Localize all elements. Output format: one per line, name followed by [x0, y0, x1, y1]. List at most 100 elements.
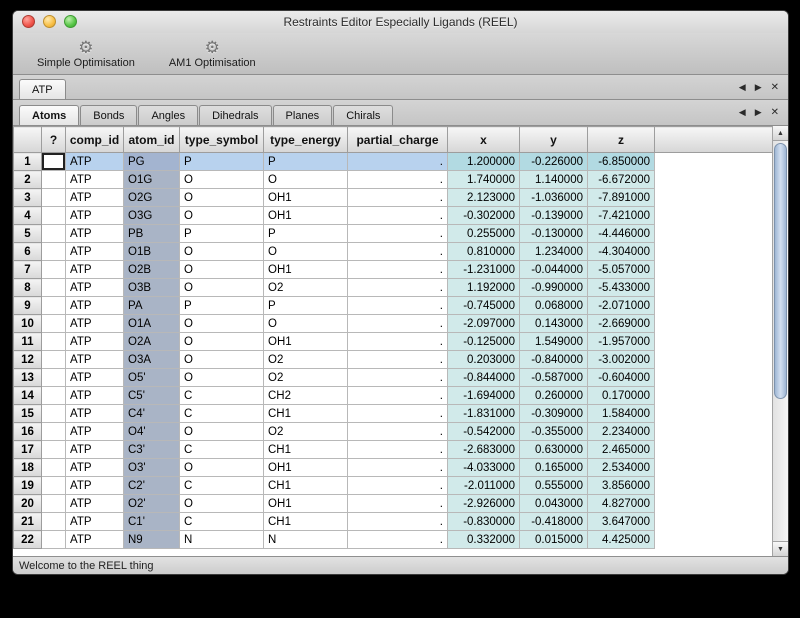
cell-type_energy[interactable]: O: [264, 171, 348, 189]
cell-q[interactable]: [42, 351, 66, 369]
cell-z[interactable]: -4.304000: [588, 243, 655, 261]
cell-type_energy[interactable]: OH1: [264, 459, 348, 477]
cell-type_energy[interactable]: O2: [264, 279, 348, 297]
cell-type_symbol[interactable]: O: [180, 171, 264, 189]
cell-y[interactable]: 0.143000: [520, 315, 588, 333]
cell-z[interactable]: 3.647000: [588, 513, 655, 531]
cell-partial_charge[interactable]: .: [348, 405, 448, 423]
cell-q[interactable]: [42, 261, 66, 279]
tab-scroll-left-icon[interactable]: ◀: [739, 107, 746, 118]
cell-partial_charge[interactable]: .: [348, 513, 448, 531]
cell-atom_id[interactable]: O2B: [124, 261, 180, 279]
cell-type_symbol[interactable]: N: [180, 531, 264, 549]
cell-q[interactable]: [42, 495, 66, 513]
cell-type_symbol[interactable]: O: [180, 333, 264, 351]
cell-type_energy[interactable]: N: [264, 531, 348, 549]
cell-type_symbol[interactable]: C: [180, 405, 264, 423]
cell-z[interactable]: -5.433000: [588, 279, 655, 297]
cell-type_symbol[interactable]: C: [180, 441, 264, 459]
cell-comp_id[interactable]: ATP: [66, 225, 124, 243]
cell-y[interactable]: -0.418000: [520, 513, 588, 531]
cell-y[interactable]: -0.587000: [520, 369, 588, 387]
cell-x[interactable]: -0.745000: [448, 297, 520, 315]
simple-optimisation-button[interactable]: ⚙ Simple Optimisation: [31, 38, 141, 70]
cell-atom_id[interactable]: PG: [124, 153, 180, 171]
cell-type_energy[interactable]: CH1: [264, 441, 348, 459]
cell-atom_id[interactable]: O2G: [124, 189, 180, 207]
row-number[interactable]: 7: [14, 261, 42, 279]
cell-type_energy[interactable]: CH1: [264, 405, 348, 423]
column-header-atom_id[interactable]: atom_id: [124, 127, 180, 153]
column-header-y[interactable]: y: [520, 127, 588, 153]
cell-type_energy[interactable]: P: [264, 153, 348, 171]
cell-comp_id[interactable]: ATP: [66, 423, 124, 441]
minimize-window-button[interactable]: [43, 15, 56, 28]
cell-q[interactable]: [42, 459, 66, 477]
cell-x[interactable]: 0.255000: [448, 225, 520, 243]
cell-q[interactable]: [42, 531, 66, 549]
cell-q[interactable]: [42, 369, 66, 387]
cell-partial_charge[interactable]: .: [348, 477, 448, 495]
cell-type_energy[interactable]: O2: [264, 369, 348, 387]
cell-comp_id[interactable]: ATP: [66, 513, 124, 531]
cell-q[interactable]: [42, 171, 66, 189]
cell-atom_id[interactable]: PB: [124, 225, 180, 243]
row-number[interactable]: 9: [14, 297, 42, 315]
doc-tab-atp[interactable]: ATP: [19, 79, 66, 99]
cell-type_symbol[interactable]: C: [180, 513, 264, 531]
cell-partial_charge[interactable]: .: [348, 459, 448, 477]
column-header-x[interactable]: x: [448, 127, 520, 153]
cell-x[interactable]: -0.302000: [448, 207, 520, 225]
cell-type_symbol[interactable]: P: [180, 153, 264, 171]
cell-comp_id[interactable]: ATP: [66, 261, 124, 279]
cell-x[interactable]: -4.033000: [448, 459, 520, 477]
cell-y[interactable]: -0.309000: [520, 405, 588, 423]
cell-x[interactable]: 0.332000: [448, 531, 520, 549]
cell-partial_charge[interactable]: .: [348, 369, 448, 387]
cell-atom_id[interactable]: O2A: [124, 333, 180, 351]
cell-atom_id[interactable]: C1': [124, 513, 180, 531]
tab-close-icon[interactable]: ✕: [771, 107, 779, 118]
column-header-type_symbol[interactable]: type_symbol: [180, 127, 264, 153]
cell-atom_id[interactable]: O3': [124, 459, 180, 477]
cell-comp_id[interactable]: ATP: [66, 243, 124, 261]
cell-type_symbol[interactable]: O: [180, 279, 264, 297]
cell-z[interactable]: -2.669000: [588, 315, 655, 333]
cell-y[interactable]: 0.260000: [520, 387, 588, 405]
cell-comp_id[interactable]: ATP: [66, 315, 124, 333]
cell-atom_id[interactable]: C3': [124, 441, 180, 459]
cell-type_symbol[interactable]: C: [180, 477, 264, 495]
tab-scroll-right-icon[interactable]: ▶: [755, 107, 762, 118]
row-number[interactable]: 20: [14, 495, 42, 513]
cell-type_symbol[interactable]: O: [180, 315, 264, 333]
cell-z[interactable]: 3.856000: [588, 477, 655, 495]
cell-atom_id[interactable]: O3B: [124, 279, 180, 297]
cell-x[interactable]: 1.200000: [448, 153, 520, 171]
cell-q[interactable]: [42, 189, 66, 207]
cell-type_symbol[interactable]: O: [180, 243, 264, 261]
cell-type_symbol[interactable]: O: [180, 261, 264, 279]
cell-atom_id[interactable]: O3G: [124, 207, 180, 225]
cell-y[interactable]: -0.139000: [520, 207, 588, 225]
cell-partial_charge[interactable]: .: [348, 351, 448, 369]
cell-atom_id[interactable]: C2': [124, 477, 180, 495]
tab-planes[interactable]: Planes: [273, 105, 333, 125]
cell-type_energy[interactable]: OH1: [264, 207, 348, 225]
cell-q[interactable]: [42, 315, 66, 333]
cell-type_energy[interactable]: P: [264, 225, 348, 243]
scroll-down-button[interactable]: ▼: [773, 541, 788, 556]
cell-z[interactable]: -7.421000: [588, 207, 655, 225]
cell-comp_id[interactable]: ATP: [66, 387, 124, 405]
cell-comp_id[interactable]: ATP: [66, 189, 124, 207]
cell-z[interactable]: -7.891000: [588, 189, 655, 207]
tab-dihedrals[interactable]: Dihedrals: [199, 105, 271, 125]
cell-y[interactable]: 1.549000: [520, 333, 588, 351]
cell-atom_id[interactable]: O4': [124, 423, 180, 441]
cell-x[interactable]: -1.231000: [448, 261, 520, 279]
cell-z[interactable]: -6.672000: [588, 171, 655, 189]
cell-q[interactable]: [42, 243, 66, 261]
cell-x[interactable]: -0.844000: [448, 369, 520, 387]
cell-comp_id[interactable]: ATP: [66, 459, 124, 477]
cell-comp_id[interactable]: ATP: [66, 405, 124, 423]
close-window-button[interactable]: [22, 15, 35, 28]
